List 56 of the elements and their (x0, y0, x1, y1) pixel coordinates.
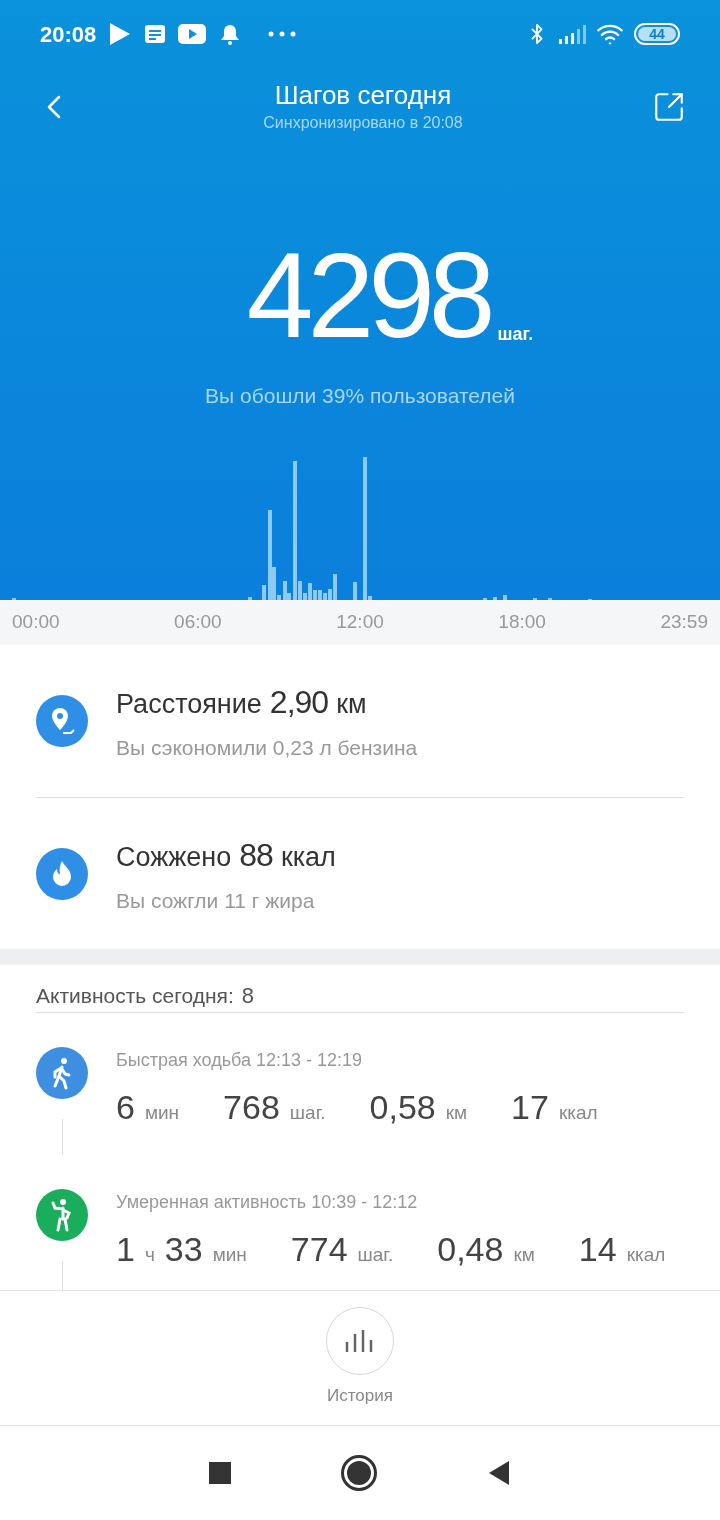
activity-value: 33 (164, 1229, 203, 1270)
signal-icon (558, 24, 586, 44)
activity-value: 17 (511, 1087, 549, 1128)
page-title: Шагов сегодня (274, 78, 452, 111)
activity-title: Быстрая ходьба 12:13 - 12:19 (116, 1049, 364, 1072)
activity-count: 8 (241, 982, 254, 1010)
histogram-bar (262, 585, 266, 600)
activity-unit: км (445, 1101, 468, 1125)
activity-unit: км (513, 1243, 535, 1267)
time-axis-label: 00:00 (12, 610, 60, 635)
stat-label: Сожжено (116, 840, 232, 874)
stat-value: 88 (239, 835, 273, 875)
activity-unit: мин (212, 1243, 247, 1267)
sync-status: Синхронизировано в 20:08 (263, 112, 463, 133)
step-unit: шаг. (497, 323, 534, 346)
activity-value: 774 (290, 1229, 348, 1270)
back-triangle-icon (487, 1460, 511, 1486)
comparison-text: Вы обошли 39% пользователей (205, 383, 515, 409)
video-play-icon (178, 24, 207, 44)
clock-time: 20:08 (40, 20, 97, 49)
activity-title: Умеренная активность 10:39 - 12:12 (116, 1191, 419, 1214)
time-axis-label: 12:00 (336, 610, 384, 635)
battery-indicator: 44 (634, 23, 680, 45)
more-dots-icon (268, 31, 297, 37)
bar-chart-icon (345, 1330, 375, 1353)
time-axis-label: 23:59 (660, 610, 708, 635)
activity-value: 14 (578, 1229, 617, 1270)
time-axis-label: 06:00 (174, 610, 222, 635)
history-label: История (327, 1385, 393, 1408)
stat-note: Вы сэкономили 0,23 л бензина (116, 735, 418, 762)
stat-unit: км (336, 688, 367, 722)
activity-unit: ч (144, 1243, 155, 1267)
step-count: 4298 (246, 240, 490, 350)
activity-value: 6 (116, 1087, 135, 1128)
activity-unit: мин (144, 1101, 180, 1125)
activity-value: 0,58 (369, 1087, 436, 1128)
home-button[interactable] (341, 1455, 377, 1491)
activity-label: Активность сегодня: (36, 982, 234, 1009)
activity-unit: шаг. (289, 1101, 326, 1125)
activity-unit: ккал (558, 1101, 598, 1125)
location-pin-icon (36, 695, 88, 747)
message-icon (144, 24, 167, 44)
activity-unit: ккал (626, 1243, 666, 1267)
activity-value: 1 (116, 1229, 135, 1270)
time-axis-label: 18:00 (498, 610, 546, 635)
histogram-bar (503, 595, 507, 600)
histogram-bar (353, 582, 357, 600)
back-nav-button[interactable] (487, 1460, 511, 1486)
stat-note: Вы сожгли 11 г жира (116, 887, 316, 914)
activity-value: 768 (223, 1087, 280, 1128)
stat-label: Расстояние (116, 688, 262, 722)
activity-unit: шаг. (357, 1243, 394, 1267)
stat-unit: ккал (280, 840, 336, 874)
activity-value: 0,48 (437, 1229, 504, 1270)
stat-value: 2,90 (269, 683, 329, 723)
flame-icon (36, 847, 88, 900)
